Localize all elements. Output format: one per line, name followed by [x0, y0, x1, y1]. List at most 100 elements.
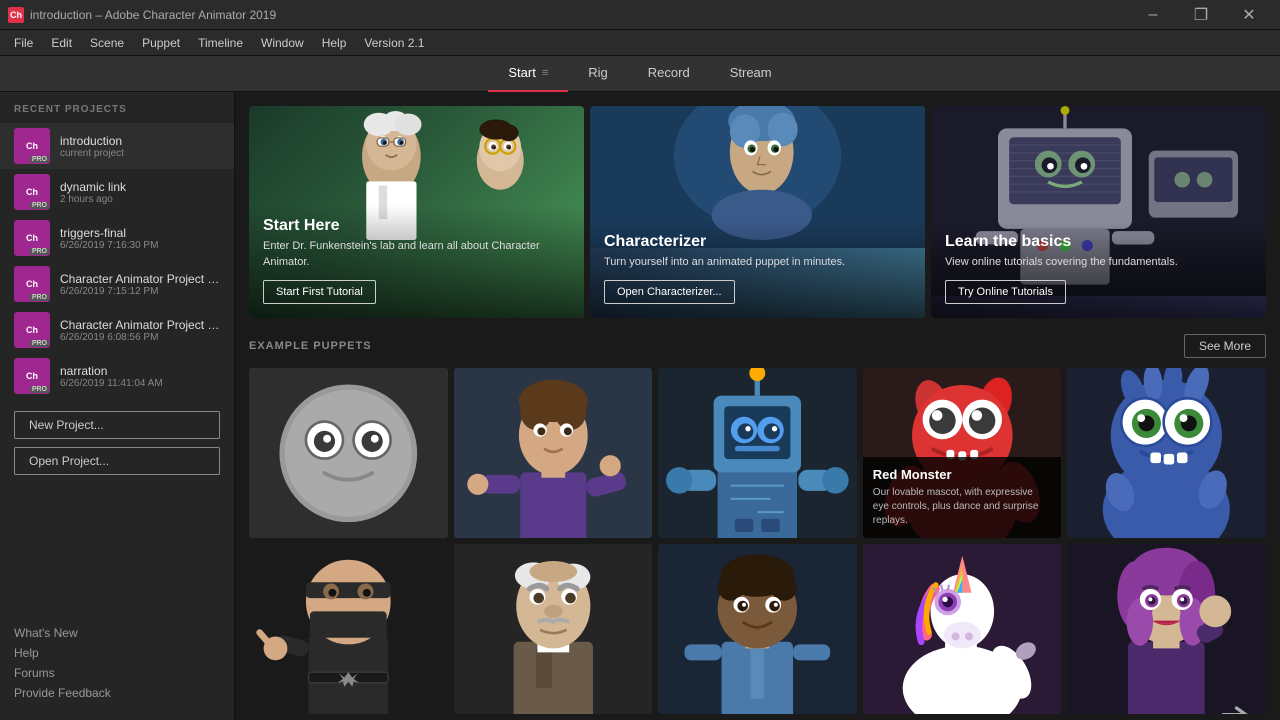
see-more-button[interactable]: See More	[1184, 334, 1266, 358]
nav-tab-stream[interactable]: Stream	[710, 56, 792, 92]
start-first-tutorial-button[interactable]: Start First Tutorial	[263, 280, 376, 304]
project-item-1[interactable]: ChPRO dynamic link2 hours ago	[0, 169, 234, 215]
navbar: Start≡RigRecordStream	[0, 56, 1280, 92]
project-name: introduction	[60, 134, 220, 148]
puppet-10-name: Purple Woman	[1077, 685, 1256, 700]
puppet-card-robot[interactable]: Robot	[658, 368, 857, 538]
close-button[interactable]: ✕	[1226, 0, 1272, 30]
menu-item-puppet[interactable]: Puppet	[134, 33, 188, 53]
project-icon: ChPRO	[14, 220, 50, 256]
project-name: Character Animator Project 17	[60, 272, 220, 286]
sidebar-link-provide-feedback[interactable]: Provide Feedback	[14, 686, 220, 700]
hero-card-start-here: Start Here Enter Dr. Funkenstein's lab a…	[249, 106, 584, 318]
menu-item-version-2.1[interactable]: Version 2.1	[356, 33, 432, 53]
try-online-tutorials-button[interactable]: Try Online Tutorials	[945, 280, 1066, 304]
hamburger-icon: ≡	[542, 67, 548, 79]
project-item-5[interactable]: ChPRO narration6/26/2019 11:41:04 AM	[0, 353, 234, 399]
main: RECENT PROJECTS ChPRO introductioncurrent…	[0, 92, 1280, 720]
recent-projects-title: RECENT PROJECTS	[0, 104, 234, 123]
nav-tab-record[interactable]: Record	[628, 56, 710, 92]
sidebar-link-help[interactable]: Help	[14, 646, 220, 660]
puppet-card-unicorn[interactable]: Unicorn	[863, 544, 1062, 714]
minimize-button[interactable]: –	[1130, 0, 1176, 30]
hero-card-1-content: Start Here Enter Dr. Funkenstein's lab a…	[249, 205, 584, 318]
puppet-5-name: Blue Monster	[1077, 509, 1256, 524]
puppet-card-teen-boy[interactable]: Teen Boy	[454, 368, 653, 538]
hero-card-3-desc: View online tutorials covering the funda…	[945, 255, 1252, 270]
open-project-button[interactable]: Open Project...	[14, 447, 220, 475]
hero-card-3-title: Learn the basics	[945, 233, 1252, 251]
project-icon: ChPRO	[14, 174, 50, 210]
nav-tab-start[interactable]: Start≡	[488, 56, 568, 92]
sidebar-buttons: New Project... Open Project...	[0, 399, 234, 487]
titlebar-left: Ch introduction – Adobe Character Animat…	[8, 7, 276, 23]
puppet-card-gray-circle[interactable]: Gray Circle Simple face puppet	[249, 368, 448, 538]
puppets-grid: Gray Circle Simple face puppet	[249, 368, 1266, 714]
hero-card-characterizer: Characterizer Turn yourself into an anim…	[590, 106, 925, 318]
project-sub: 2 hours ago	[60, 194, 220, 205]
puppets-header: EXAMPLE PUPPETS See More	[249, 334, 1266, 358]
project-icon: ChPRO	[14, 128, 50, 164]
menu-item-help[interactable]: Help	[314, 33, 355, 53]
puppet-7-name: Old Man	[464, 685, 643, 700]
project-icon: ChPRO	[14, 266, 50, 302]
projects-list: ChPRO introductioncurrent project ChPRO dyn…	[0, 123, 234, 399]
hero-card-2-desc: Turn yourself into an animated puppet in…	[604, 255, 911, 270]
sidebar-links: What's New Help Forums Provide Feedback	[0, 618, 234, 708]
app-icon: Ch	[8, 7, 24, 23]
puppet-card-blue-monster[interactable]: Blue Monster	[1067, 368, 1266, 538]
project-sub: 6/26/2019 7:15:12 PM	[60, 286, 220, 297]
sidebar-link-what's-new[interactable]: What's New	[14, 626, 220, 640]
puppet-4-name: Red Monster	[873, 467, 1052, 482]
new-project-button[interactable]: New Project...	[14, 411, 220, 439]
hero-card-1-title: Start Here	[263, 217, 570, 235]
project-icon: ChPRO	[14, 358, 50, 394]
project-name: dynamic link	[60, 180, 220, 194]
puppets-section-title: EXAMPLE PUPPETS	[249, 340, 372, 352]
titlebar-controls: – ❐ ✕	[1130, 0, 1272, 30]
puppet-9-name: Unicorn	[873, 685, 1052, 700]
hero-card-1-desc: Enter Dr. Funkenstein's lab and learn al…	[263, 239, 570, 270]
project-name: Character Animator Project 16	[60, 318, 220, 332]
content: Start Here Enter Dr. Funkenstein's lab a…	[235, 92, 1280, 720]
project-item-2[interactable]: ChPRO triggers-final6/26/2019 7:16:30 PM	[0, 215, 234, 261]
project-sub: current project	[60, 148, 220, 159]
puppet-8-name: Boy	[668, 685, 847, 700]
puppet-6-name: Ninja	[259, 685, 438, 700]
menu-item-edit[interactable]: Edit	[43, 33, 80, 53]
open-characterizer-button[interactable]: Open Characterizer...	[604, 280, 735, 304]
project-icon: ChPRO	[14, 312, 50, 348]
project-item-4[interactable]: ChPROCharacter Animator Project 166/26/2…	[0, 307, 234, 353]
project-item-3[interactable]: ChPRO Character Animator Project 176/26/2…	[0, 261, 234, 307]
hero-cards: Start Here Enter Dr. Funkenstein's lab a…	[249, 106, 1266, 318]
nav-tab-rig[interactable]: Rig	[568, 56, 628, 92]
menu-item-window[interactable]: Window	[253, 33, 312, 53]
project-item-0[interactable]: ChPRO introductioncurrent project	[0, 123, 234, 169]
puppet-2-name: Teen Boy	[464, 509, 643, 524]
puppet-card-old-man[interactable]: Old Man	[454, 544, 653, 714]
hero-card-3-content: Learn the basics View online tutorials c…	[931, 221, 1266, 318]
menu-item-timeline[interactable]: Timeline	[190, 33, 251, 53]
hero-card-2-content: Characterizer Turn yourself into an anim…	[590, 221, 925, 318]
project-sub: 6/26/2019 11:41:04 AM	[60, 378, 220, 389]
puppet-card-purple-woman[interactable]: Purple Woman	[1067, 544, 1266, 714]
puppet-4-desc: Our lovable mascot, with expressive eye …	[873, 486, 1052, 528]
puppet-card-red-monster[interactable]: Red Monster Our lovable mascot, with exp…	[863, 368, 1062, 538]
project-sub: 6/26/2019 7:16:30 PM	[60, 240, 220, 251]
sidebar: RECENT PROJECTS ChPRO introductioncurrent…	[0, 92, 235, 720]
project-name: narration	[60, 364, 220, 378]
menu-item-file[interactable]: File	[6, 33, 41, 53]
title-text: introduction – Adobe Character Animator …	[30, 8, 276, 22]
menu-item-scene[interactable]: Scene	[82, 33, 132, 53]
maximize-button[interactable]: ❐	[1178, 0, 1224, 30]
puppet-card-ninja[interactable]: Ninja	[249, 544, 448, 714]
puppet-card-boy[interactable]: Boy	[658, 544, 857, 714]
sidebar-link-forums[interactable]: Forums	[14, 666, 220, 680]
project-name: triggers-final	[60, 226, 220, 240]
puppet-1-name: Gray Circle	[259, 495, 438, 510]
puppet-3-name: Robot	[668, 509, 847, 524]
menubar: FileEditScenePuppetTimelineWindowHelpVer…	[0, 30, 1280, 56]
hero-card-2-title: Characterizer	[604, 233, 911, 251]
puppet-1-desc: Simple face puppet	[259, 514, 438, 528]
hero-card-learn-basics: Learn the basics View online tutorials c…	[931, 106, 1266, 318]
